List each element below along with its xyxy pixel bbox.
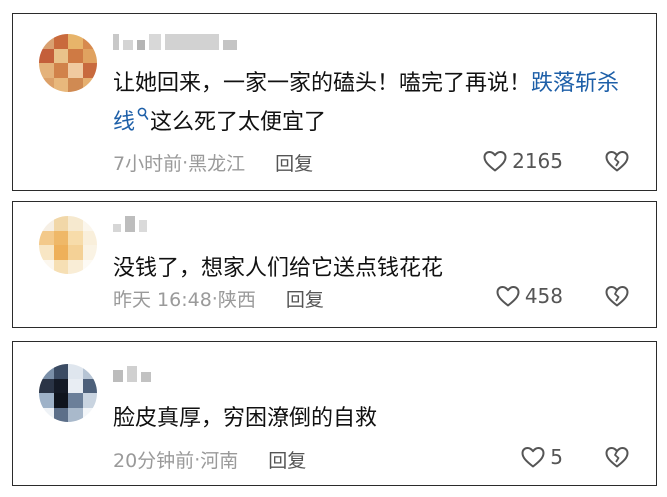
- reply-button[interactable]: 回复: [268, 446, 306, 473]
- username-blurred[interactable]: [113, 216, 147, 232]
- broken-heart-icon[interactable]: [604, 149, 630, 173]
- like-button[interactable]: 2165: [482, 149, 563, 173]
- broken-heart-icon[interactable]: [604, 445, 630, 469]
- comment-card: 没钱了，想家人们给它送点钱花花 昨天 16:48 · 陕西 回复 458: [12, 201, 657, 328]
- like-count: 5: [550, 445, 563, 469]
- avatar[interactable]: [39, 216, 97, 274]
- comment-location: 黑龙江: [188, 153, 246, 175]
- comment-time: 昨天 16:48: [113, 289, 212, 311]
- heart-outline-icon: [483, 151, 507, 172]
- comment-time: 7小时前: [113, 153, 183, 175]
- search-icon[interactable]: [137, 107, 149, 121]
- comment-text-part: 这么死了太便宜了: [150, 110, 327, 135]
- comment-card: 让她回来，一家一家的磕头！嗑完了再说！跌落斩杀线 这么死了太便宜了 7小时前 · …: [12, 13, 657, 191]
- reply-button[interactable]: 回复: [275, 149, 313, 176]
- comment-text: 脸皮真厚，穷困潦倒的自救: [113, 406, 378, 431]
- like-button[interactable]: 5: [520, 445, 563, 469]
- heart-outline-icon: [521, 447, 545, 468]
- comment-meta: 昨天 16:48 · 陕西 回复: [113, 285, 324, 312]
- comment-location: 河南: [200, 450, 239, 472]
- comment-text: 没钱了，想家人们给它送点钱花花: [113, 256, 444, 281]
- reply-button[interactable]: 回复: [286, 285, 324, 312]
- username-blurred[interactable]: [113, 34, 237, 50]
- comment-meta: 20分钟前 · 河南 回复: [113, 446, 306, 473]
- comment-meta: 7小时前 · 黑龙江 回复: [113, 149, 313, 176]
- like-count: 2165: [512, 149, 563, 173]
- like-count: 458: [524, 284, 563, 308]
- comment-card: 脸皮真厚，穷困潦倒的自救 20分钟前 · 河南 回复 5: [12, 341, 657, 486]
- username-blurred[interactable]: [113, 366, 151, 382]
- avatar[interactable]: [39, 364, 97, 422]
- comment-text: 让她回来，一家一家的磕头！嗑完了再说！跌落斩杀线 这么死了太便宜了: [113, 64, 626, 142]
- comment-location: 陕西: [217, 289, 256, 311]
- avatar[interactable]: [39, 34, 97, 92]
- broken-heart-icon[interactable]: [604, 284, 630, 308]
- comment-text-part: 让她回来，一家一家的磕头！嗑完了再说！: [113, 71, 532, 96]
- comment-time: 20分钟前: [113, 450, 195, 472]
- like-button[interactable]: 458: [495, 284, 563, 308]
- heart-outline-icon: [496, 286, 520, 307]
